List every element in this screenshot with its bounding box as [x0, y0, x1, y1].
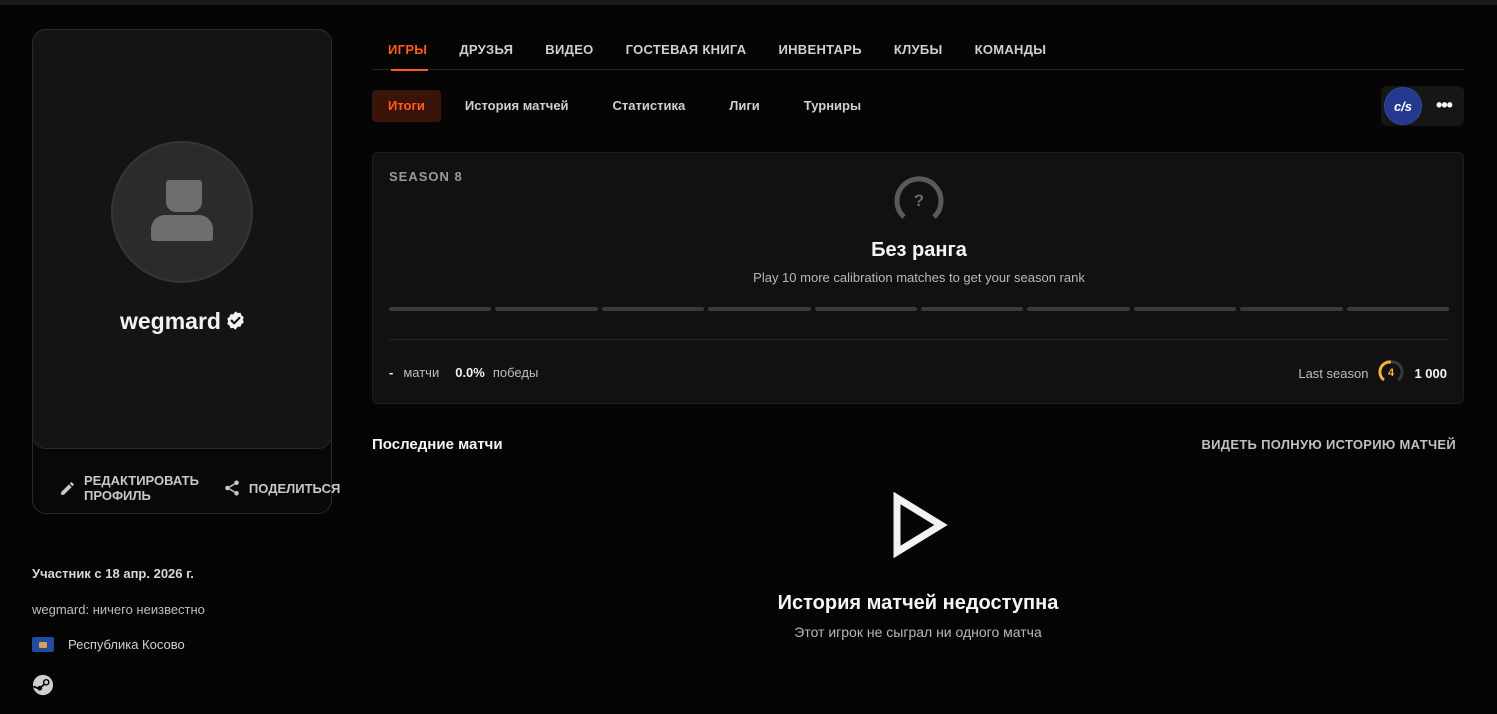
rank-title: Без ранга [871, 239, 967, 261]
sub-tabs: Итоги История матчей Статистика Лиги Тур… [372, 90, 881, 122]
matches-label: матчи [403, 365, 440, 380]
profile-header: wegmard [32, 29, 332, 449]
calibration-segment [601, 307, 705, 311]
divider [389, 339, 1449, 340]
season-stats: - матчи 0.0% победы [389, 365, 538, 380]
calibration-segment [921, 307, 1024, 311]
more-options-button[interactable]: ••• [1433, 92, 1455, 120]
edit-profile-label: РЕДАКТИРОВАТЬ ПРОФИЛЬ [84, 473, 199, 503]
calibration-segment [1027, 307, 1130, 311]
share-label: ПОДЕЛИТЬСЯ [248, 480, 341, 496]
winrate-value: 0.0% [455, 365, 485, 380]
tab-games[interactable]: ИГРЫ [372, 30, 443, 71]
subtab-stats[interactable]: Статистика [593, 90, 706, 122]
empty-state-subtitle: Этот игрок не сыграл ни одного матча [794, 624, 1042, 640]
rank-symbol: ? [914, 191, 924, 210]
season-label: SEASON 8 [389, 169, 463, 184]
calibration-segment [708, 307, 811, 311]
last-season-points: 1 000 [1414, 366, 1447, 381]
share-button[interactable]: ПОДЕЛИТЬСЯ [223, 479, 340, 497]
subtab-match-history[interactable]: История матчей [445, 90, 589, 122]
last-season-level: 4 [1388, 367, 1395, 379]
username-row: wegmard [33, 308, 333, 337]
main-tabs: ИГРЫ ДРУЗЬЯ ВИДЕО ГОСТЕВАЯ КНИГА ИНВЕНТА… [372, 30, 1464, 71]
game-switcher: c/s ••• [1381, 86, 1464, 126]
calibration-segment [1133, 307, 1237, 311]
avatar-placeholder-body [151, 215, 213, 241]
kosovo-flag-icon [32, 637, 54, 652]
calibration-segment [1346, 307, 1450, 311]
avatar[interactable] [111, 141, 253, 283]
last-season-label: Last season [1298, 366, 1369, 381]
winrate-label: победы [492, 365, 539, 380]
calibration-segment [814, 307, 918, 311]
rank-unknown-icon: ? [892, 173, 946, 232]
level-badge-icon: 4 [1378, 359, 1404, 388]
tab-videos[interactable]: ВИДЕО [529, 30, 609, 70]
calibration-progress [389, 307, 1450, 311]
pencil-icon [59, 480, 76, 497]
matches-value: - [389, 365, 394, 380]
member-since: Участник с 18 апр. 2026 г. [32, 566, 194, 581]
tab-teams[interactable]: КОМАНДЫ [959, 30, 1063, 70]
subtab-leagues[interactable]: Лиги [709, 90, 780, 122]
tab-inventory[interactable]: ИНВЕНТАРЬ [762, 30, 877, 70]
season-panel: SEASON 8 ? Без ранга Play 10 more calibr… [372, 152, 1464, 404]
play-icon [890, 491, 948, 563]
tab-clubs[interactable]: КЛУБЫ [878, 30, 959, 70]
tab-guestbook[interactable]: ГОСТЕВАЯ КНИГА [610, 30, 763, 70]
calibration-segment [389, 307, 492, 311]
cs2-game-icon[interactable]: c/s [1384, 87, 1422, 125]
calibration-segment [495, 307, 598, 311]
share-icon [223, 479, 241, 497]
country-row: Республика Косово [32, 637, 185, 652]
profile-card: wegmard РЕДАКТИРОВАТЬ ПРОФИЛЬ ПОДЕЛИТЬСЯ [32, 29, 340, 514]
country-name: Республика Косово [68, 637, 185, 652]
edit-profile-button[interactable]: РЕДАКТИРОВАТЬ ПРОФИЛЬ [59, 473, 199, 503]
subtab-tournaments[interactable]: Турниры [784, 90, 881, 122]
profile-actions: РЕДАКТИРОВАТЬ ПРОФИЛЬ ПОДЕЛИТЬСЯ [59, 473, 340, 503]
steam-icon[interactable] [32, 674, 54, 701]
recent-matches-title: Последние матчи [372, 436, 503, 453]
calibration-segment [1240, 307, 1343, 311]
verified-badge-icon [225, 310, 246, 337]
top-strip [0, 0, 1497, 5]
username: wegmard [120, 308, 221, 334]
tab-friends[interactable]: ДРУЗЬЯ [443, 30, 529, 70]
full-history-link[interactable]: ВИДЕТЬ ПОЛНУЮ ИСТОРИЮ МАТЧЕЙ [1201, 437, 1456, 452]
last-season: Last season 4 1 000 [1298, 359, 1447, 388]
empty-state-title: История матчей недоступна [777, 592, 1059, 614]
avatar-placeholder-icon [166, 180, 202, 212]
subtab-overview[interactable]: Итоги [372, 90, 441, 122]
bio-text: wegmard: ничего неизвестно [32, 602, 205, 617]
rank-subtitle: Play 10 more calibration matches to get … [753, 270, 1085, 285]
